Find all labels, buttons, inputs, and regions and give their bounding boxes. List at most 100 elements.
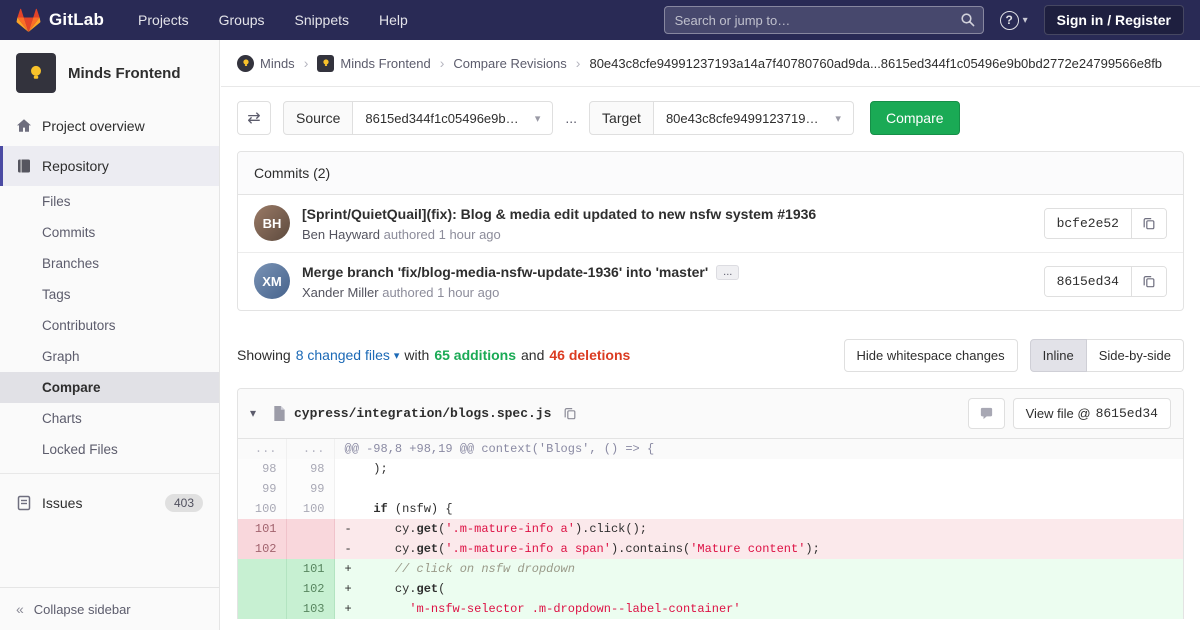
- nav-projects[interactable]: Projects: [138, 12, 189, 28]
- author-avatar[interactable]: XM: [254, 263, 290, 300]
- copy-sha-button[interactable]: [1131, 266, 1166, 296]
- diff-removed-row: 102 - cy.get('.m-mature-info a span').co…: [238, 538, 1183, 559]
- diff-code-cell: @@ -98,8 +98,19 @@ context('Blogs', () =…: [334, 438, 1183, 459]
- lightbulb-icon: [242, 59, 249, 66]
- new-line-number[interactable]: 101: [286, 558, 335, 579]
- sidebar-item-graph[interactable]: Graph: [0, 341, 219, 372]
- new-line-number: ...: [286, 438, 335, 459]
- sidebar-nav: Project overview Repository Files Commit…: [0, 106, 219, 524]
- new-line-number[interactable]: 100: [286, 498, 335, 519]
- breadcrumb-group-link[interactable]: Minds: [260, 56, 295, 71]
- commits-panel: Commits (2) BH [Sprint/QuietQuail](fix):…: [237, 151, 1184, 311]
- commit-title[interactable]: Merge branch 'fix/blog-media-nsfw-update…: [302, 263, 740, 282]
- target-value: 80e43c8cfe9499123719…: [665, 110, 819, 126]
- old-line-number[interactable]: 99: [238, 478, 287, 499]
- compare-form: ⇄ Source 8615ed344f1c05496e9b… ▾ ... Tar…: [221, 87, 1200, 149]
- commit-sha[interactable]: bcfe2e52: [1044, 208, 1131, 238]
- side-by-side-view-button[interactable]: Side-by-side: [1086, 338, 1184, 372]
- collapse-sidebar-button[interactable]: « Collapse sidebar: [0, 587, 219, 630]
- source-input-group: Source 8615ed344f1c05496e9b… ▾: [283, 101, 554, 135]
- diff-line-row: 99 99: [238, 478, 1183, 499]
- diff-line-row: 100 100 if (nsfw) {: [238, 498, 1183, 519]
- copy-sha-button[interactable]: [1131, 208, 1166, 238]
- search-input[interactable]: [663, 6, 984, 34]
- chevron-right-icon: ›: [303, 55, 309, 71]
- nav-groups[interactable]: Groups: [219, 12, 265, 28]
- old-line-number[interactable]: 102: [238, 538, 287, 559]
- sidebar-item-tags[interactable]: Tags: [0, 279, 219, 310]
- diff-view-toggle: Inline Side-by-side: [1029, 338, 1184, 372]
- sidebar-item-branches[interactable]: Branches: [0, 248, 219, 279]
- gitlab-home-link[interactable]: GitLab: [16, 8, 104, 33]
- issues-icon: [16, 495, 32, 511]
- new-line-number: [286, 518, 335, 539]
- project-header[interactable]: Minds Frontend: [0, 40, 219, 106]
- chevron-down-icon: ▾: [835, 112, 841, 125]
- lightbulb-icon: [323, 59, 329, 66]
- project-avatar-small: [317, 54, 335, 72]
- collapse-file-caret-icon[interactable]: ▾: [250, 406, 264, 420]
- breadcrumb-project-link[interactable]: Minds Frontend: [340, 56, 430, 71]
- diff-file-header: ▾ cypress/integration/blogs.spec.js View…: [238, 388, 1183, 439]
- changed-files-dropdown[interactable]: 8 changed files ▾: [296, 347, 400, 363]
- author-avatar[interactable]: BH: [254, 205, 290, 242]
- breadcrumb-compare-link[interactable]: Compare Revisions: [453, 56, 566, 71]
- old-line-number[interactable]: 101: [238, 518, 287, 539]
- inline-view-button[interactable]: Inline: [1029, 338, 1087, 372]
- gitlab-wordmark: GitLab: [49, 10, 105, 29]
- sidebar-item-charts[interactable]: Charts: [0, 403, 219, 434]
- diff-code-cell: + 'm-nsfw-selector .m-dropdown--label-co…: [334, 598, 1183, 619]
- commit-row: BH [Sprint/QuietQuail](fix): Blog & medi…: [238, 195, 1183, 252]
- new-line-number[interactable]: 102: [286, 578, 335, 599]
- breadcrumb-current: 80e43c8cfe94991237193a14a7f40780760ad9da…: [589, 55, 1163, 71]
- sidebar-item-commits[interactable]: Commits: [0, 217, 219, 248]
- toggle-comments-button[interactable]: [967, 397, 1005, 429]
- sidebar-item-compare[interactable]: Compare: [0, 372, 219, 403]
- sidebar-item-contributors[interactable]: Contributors: [0, 310, 219, 341]
- new-line-number[interactable]: 103: [286, 598, 335, 619]
- source-label: Source: [283, 101, 354, 135]
- commit-description-expander[interactable]: ...: [716, 264, 740, 280]
- diff-file-path[interactable]: cypress/integration/blogs.spec.js: [294, 406, 551, 421]
- project-sidebar: Minds Frontend Project overview Reposito…: [0, 40, 220, 630]
- gitlab-tanuki-icon: [16, 8, 41, 32]
- commit-sha-group: 8615ed34: [1043, 265, 1167, 297]
- hide-whitespace-button[interactable]: Hide whitespace changes: [843, 338, 1018, 372]
- new-line-number[interactable]: 99: [286, 478, 335, 499]
- collapse-icon: «: [16, 601, 24, 617]
- commit-author[interactable]: Xander Miller: [302, 285, 379, 300]
- sidebar-item-locked-files[interactable]: Locked Files: [0, 434, 219, 465]
- copy-icon: [1143, 218, 1155, 230]
- search-icon[interactable]: [960, 12, 976, 28]
- nav-snippets[interactable]: Snippets: [295, 12, 349, 28]
- commit-sha[interactable]: 8615ed34: [1044, 266, 1131, 296]
- new-line-number[interactable]: 98: [286, 458, 335, 479]
- target-revision-dropdown[interactable]: 80e43c8cfe9499123719… ▾: [653, 101, 854, 135]
- help-dropdown[interactable]: ? ▾: [999, 10, 1028, 30]
- sign-in-button[interactable]: Sign in / Register: [1043, 5, 1184, 35]
- old-line-number[interactable]: 98: [238, 458, 287, 479]
- swap-revisions-button[interactable]: ⇄: [237, 101, 271, 135]
- source-revision-dropdown[interactable]: 8615ed344f1c05496e9b… ▾: [353, 101, 554, 135]
- home-icon: [16, 118, 32, 134]
- sidebar-item-repository[interactable]: Repository: [0, 146, 219, 186]
- diff-hunk-row: ... ... @@ -98,8 +98,19 @@ context('Blog…: [238, 438, 1183, 459]
- sidebar-item-files[interactable]: Files: [0, 186, 219, 217]
- view-file-button[interactable]: View file @ 8615ed34: [1012, 397, 1171, 429]
- sidebar-item-project-overview[interactable]: Project overview: [0, 106, 219, 146]
- additions-count: 65 additions: [434, 347, 517, 364]
- nav-help[interactable]: Help: [379, 12, 408, 28]
- diff-removed-row: 101 - cy.get('.m-mature-info a').click()…: [238, 518, 1183, 539]
- old-line-number[interactable]: 100: [238, 498, 287, 519]
- commit-title[interactable]: [Sprint/QuietQuail](fix): Blog & media e…: [302, 205, 816, 224]
- deletions-count: 46 deletions: [549, 347, 631, 364]
- commit-timestamp: authored 1 hour ago: [383, 226, 501, 242]
- primary-nav: Projects Groups Snippets Help: [138, 12, 408, 28]
- compare-button[interactable]: Compare: [869, 101, 960, 135]
- sidebar-item-label: Repository: [42, 158, 109, 174]
- target-label: Target: [589, 101, 654, 135]
- copy-file-path-button[interactable]: [559, 406, 581, 420]
- sidebar-item-issues[interactable]: Issues 403: [0, 482, 219, 524]
- sidebar-divider: [0, 473, 219, 474]
- commit-author[interactable]: Ben Hayward: [302, 227, 380, 242]
